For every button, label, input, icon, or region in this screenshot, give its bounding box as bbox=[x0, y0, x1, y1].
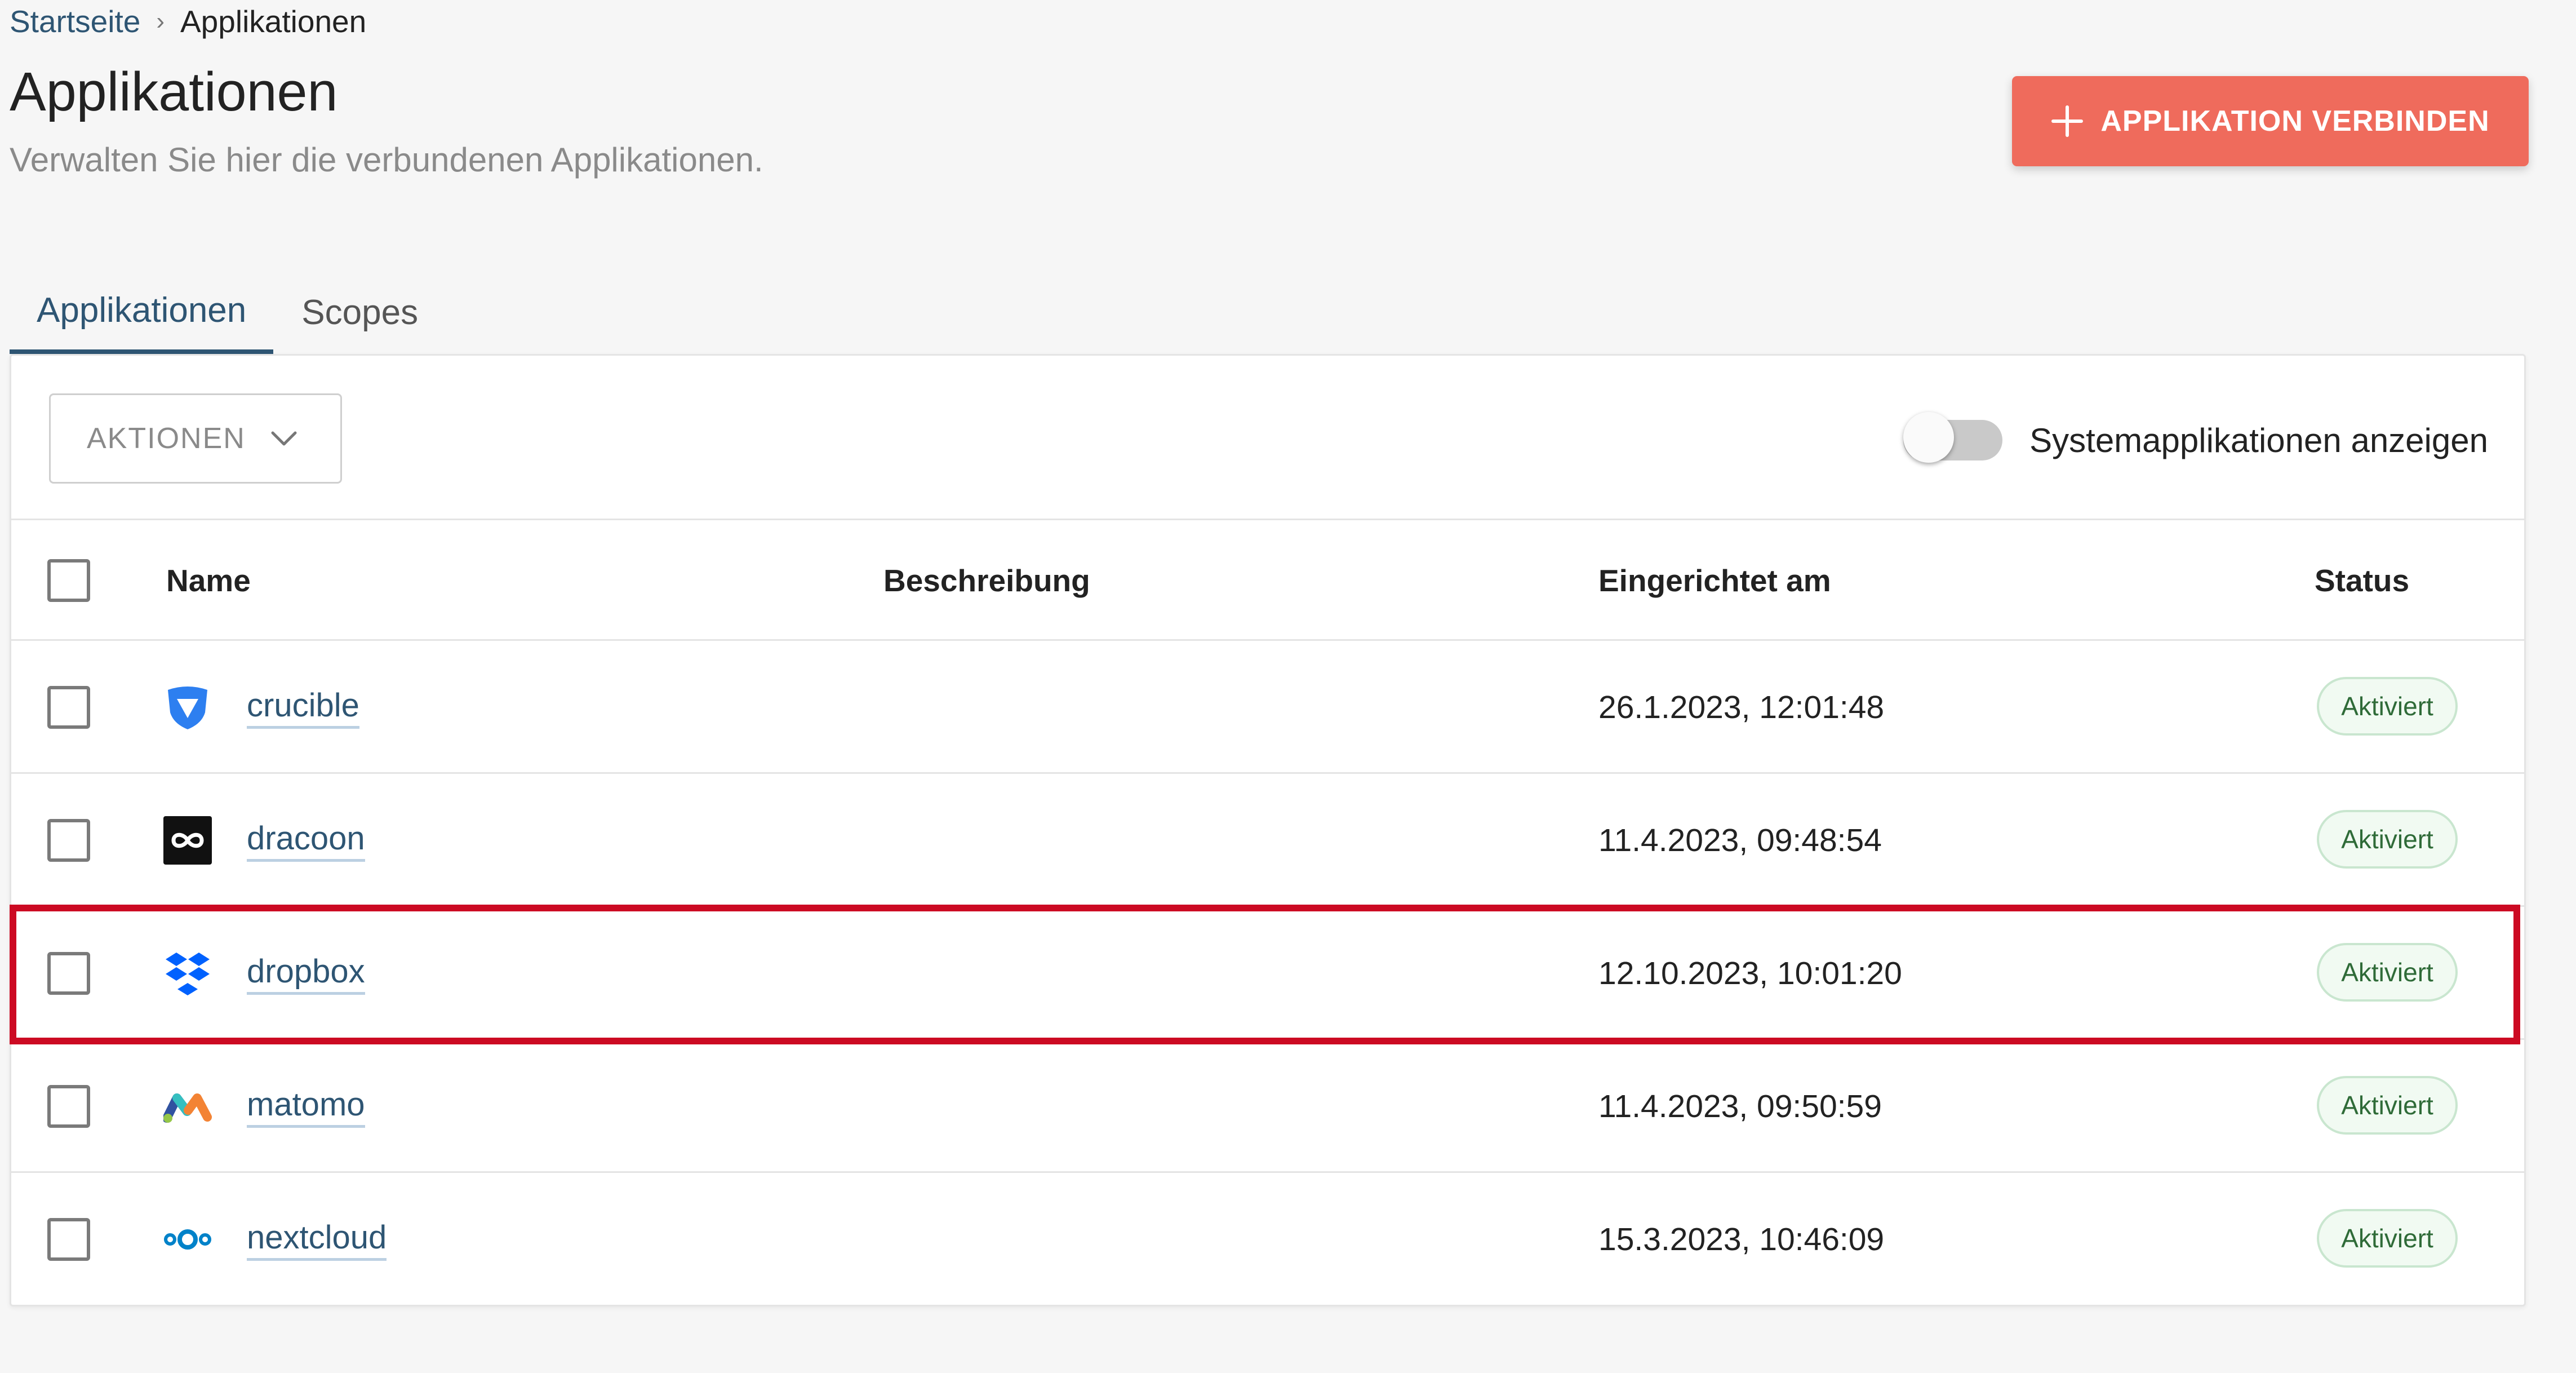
page-title: Applikationen bbox=[10, 61, 338, 122]
system-apps-toggle-group: Systemapplikationen anzeigen bbox=[1903, 412, 2488, 468]
dropbox-icon bbox=[166, 953, 210, 995]
toggle-thumb bbox=[1903, 412, 1955, 463]
table-header-row: Name Beschreibung Eingerichtet am Status bbox=[11, 520, 2524, 641]
tab-applikationen[interactable]: Applikationen bbox=[10, 271, 274, 354]
status-badge: Aktiviert bbox=[2317, 677, 2458, 736]
breadcrumb: Startseite › Applikationen bbox=[10, 0, 366, 42]
breadcrumb-current: Applikationen bbox=[180, 3, 367, 39]
row-checkbox[interactable] bbox=[47, 952, 90, 995]
created-date: 15.3.2023, 10:46:09 bbox=[1598, 1221, 1885, 1257]
breadcrumb-separator-icon: › bbox=[156, 7, 165, 35]
app-link-matomo[interactable]: matomo bbox=[247, 1084, 365, 1128]
status-badge: Aktiviert bbox=[2317, 943, 2458, 1002]
created-date: 12.10.2023, 10:01:20 bbox=[1598, 955, 1902, 991]
status-badge: Aktiviert bbox=[2317, 1209, 2458, 1268]
system-apps-toggle[interactable] bbox=[1903, 412, 2003, 468]
plus-icon bbox=[2051, 105, 2084, 138]
tab-bar: Applikationen Scopes bbox=[10, 271, 445, 354]
status-badge: Aktiviert bbox=[2317, 1076, 2458, 1135]
table-row: crucible 26.1.2023, 12:01:48 Aktiviert bbox=[11, 641, 2524, 774]
table-row: matomo 11.4.2023, 09:50:59 Aktiviert bbox=[11, 1040, 2524, 1173]
matomo-icon bbox=[163, 1093, 212, 1123]
table-toolbar: AKTIONEN Systemapplikationen anzeigen bbox=[11, 356, 2524, 520]
actions-dropdown-label: AKTIONEN bbox=[87, 422, 246, 455]
app-link-nextcloud[interactable]: nextcloud bbox=[247, 1217, 387, 1261]
row-checkbox[interactable] bbox=[47, 1085, 90, 1128]
row-checkbox[interactable] bbox=[47, 819, 90, 862]
tab-scopes[interactable]: Scopes bbox=[273, 271, 445, 354]
column-header-description[interactable]: Beschreibung bbox=[883, 563, 1090, 599]
app-link-crucible[interactable]: crucible bbox=[247, 685, 359, 729]
breadcrumb-home-link[interactable]: Startseite bbox=[10, 3, 140, 39]
app-link-dracoon[interactable]: dracoon bbox=[247, 818, 365, 862]
applications-card: AKTIONEN Systemapplikationen anzeigen Na… bbox=[10, 354, 2526, 1306]
crucible-icon bbox=[168, 686, 207, 729]
column-header-name[interactable]: Name bbox=[166, 563, 251, 599]
system-apps-toggle-label: Systemapplikationen anzeigen bbox=[2029, 421, 2488, 459]
select-all-checkbox[interactable] bbox=[47, 559, 90, 602]
nextcloud-icon bbox=[164, 1229, 211, 1250]
chevron-down-icon bbox=[271, 431, 297, 446]
created-date: 26.1.2023, 12:01:48 bbox=[1598, 689, 1885, 725]
status-badge: Aktiviert bbox=[2317, 810, 2458, 869]
table-row: dracoon 11.4.2023, 09:48:54 Aktiviert bbox=[11, 774, 2524, 907]
column-header-created[interactable]: Eingerichtet am bbox=[1598, 563, 1831, 599]
table-row: dropbox 12.10.2023, 10:01:20 Aktiviert bbox=[11, 907, 2524, 1040]
dracoon-icon bbox=[163, 816, 212, 865]
actions-dropdown[interactable]: AKTIONEN bbox=[49, 393, 342, 484]
connect-application-label: APPLIKATION VERBINDEN bbox=[2100, 105, 2490, 138]
row-checkbox[interactable] bbox=[47, 1218, 90, 1261]
table-row: nextcloud 15.3.2023, 10:46:09 Aktiviert bbox=[11, 1173, 2524, 1306]
connect-application-button[interactable]: APPLIKATION VERBINDEN bbox=[2012, 76, 2529, 166]
created-date: 11.4.2023, 09:50:59 bbox=[1598, 1088, 1882, 1124]
created-date: 11.4.2023, 09:48:54 bbox=[1598, 822, 1882, 858]
page-subtitle: Verwalten Sie hier die verbundenen Appli… bbox=[10, 141, 763, 179]
row-checkbox[interactable] bbox=[47, 686, 90, 729]
column-header-status[interactable]: Status bbox=[2315, 563, 2409, 599]
app-link-dropbox[interactable]: dropbox bbox=[247, 951, 365, 995]
